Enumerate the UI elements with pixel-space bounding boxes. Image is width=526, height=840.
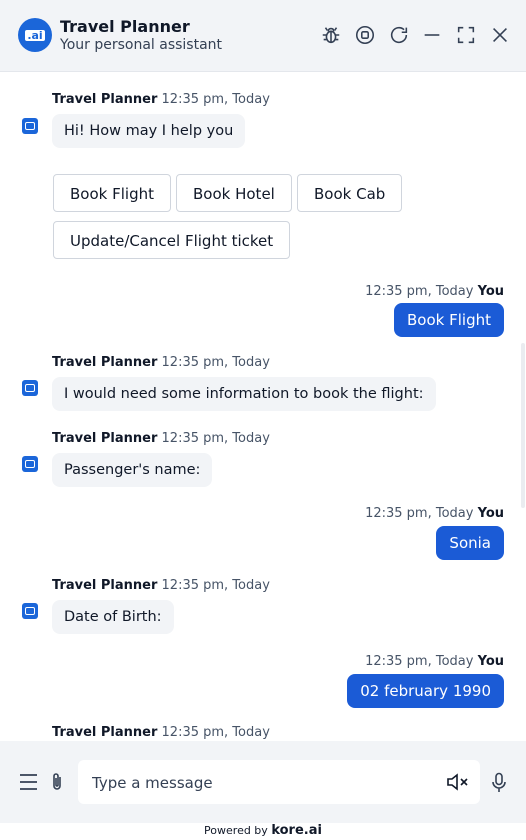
user-message: 02 february 1990 — [347, 674, 504, 708]
stop-icon[interactable] — [354, 24, 376, 46]
message-meta: Travel Planner 12:35 pm, Today — [52, 578, 270, 593]
bot-avatar-icon — [22, 456, 38, 472]
powered-by: Powered by kore.ai — [204, 823, 322, 838]
microphone-icon[interactable] — [491, 772, 507, 793]
quick-reply-update-cancel[interactable]: Update/Cancel Flight ticket — [53, 221, 291, 259]
message-meta: 12:35 pm, Today You — [365, 654, 504, 669]
message-meta: Travel Planner 12:35 pm, Today — [52, 92, 270, 107]
bot-avatar-icon — [22, 380, 38, 396]
message-meta: 12:35 pm, Today You — [365, 284, 504, 299]
quick-reply-book-cab[interactable]: Book Cab — [297, 174, 403, 212]
message-meta: 12:35 pm, Today You — [365, 506, 504, 521]
bug-icon[interactable] — [320, 24, 342, 46]
message-input-box — [78, 760, 480, 806]
bot-message: I would need some information to book th… — [52, 377, 436, 411]
user-message: Book Flight — [394, 303, 504, 337]
chat-header: .ai Travel Planner Your personal assista… — [0, 0, 526, 72]
bot-avatar-icon — [22, 118, 38, 134]
bot-avatar-icon — [22, 603, 38, 619]
bot-message: Passenger's name: — [52, 453, 213, 487]
chat-scrollbar[interactable] — [521, 343, 525, 508]
message-meta: Travel Planner 12:35 pm, Today — [52, 725, 270, 740]
attachment-icon[interactable] — [49, 772, 65, 792]
minimize-icon[interactable] — [421, 24, 443, 46]
bot-subtitle: Your personal assistant — [60, 37, 223, 53]
message-meta: Travel Planner 12:35 pm, Today — [52, 355, 270, 370]
bot-logo: .ai — [18, 18, 52, 52]
speaker-mute-icon[interactable] — [446, 772, 470, 792]
bot-message: Date of Birth: — [52, 600, 174, 634]
bot-title: Travel Planner — [60, 17, 190, 36]
quick-reply-book-hotel[interactable]: Book Hotel — [176, 174, 292, 212]
menu-icon[interactable] — [19, 773, 38, 791]
expand-icon[interactable] — [455, 24, 477, 46]
close-icon[interactable] — [489, 24, 511, 46]
message-input[interactable] — [90, 760, 434, 806]
refresh-icon[interactable] — [388, 24, 410, 46]
quick-reply-book-flight[interactable]: Book Flight — [53, 174, 171, 212]
kore-ai-logo: kore.ai — [271, 823, 322, 838]
user-message: Sonia — [436, 526, 504, 560]
message-meta: Travel Planner 12:35 pm, Today — [52, 431, 270, 446]
chat-area[interactable]: Travel Planner 12:35 pm, Today Hi! How m… — [0, 73, 526, 741]
bot-message: Hi! How may I help you — [52, 114, 246, 148]
composer — [0, 741, 526, 823]
